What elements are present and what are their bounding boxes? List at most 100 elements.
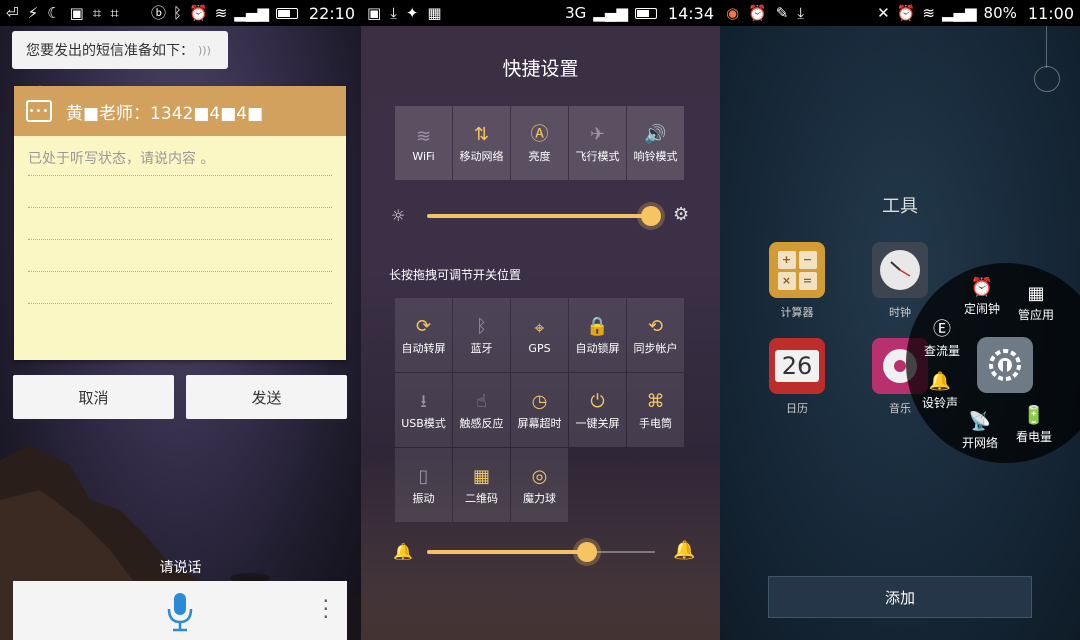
- app-label: 时钟: [889, 306, 911, 319]
- send-button[interactable]: 发送: [186, 375, 347, 419]
- signal-icon: ▂▄▆: [234, 3, 269, 22]
- status-bar: ◉ ⏰ ✎ ⤓ ✕ ⏰ ≋ ▂▄▆ 80% 11:00: [720, 0, 1080, 26]
- sms-note-card: ••• 黄■老师：1342■4■4■ 已处于听写状态，请说内容 。: [14, 86, 346, 360]
- download-icon: ⤓: [390, 3, 397, 22]
- clock-icon: [872, 242, 928, 298]
- power-icon: ⏻: [590, 391, 605, 412]
- toggle-speaker[interactable]: 🔊 响铃模式: [627, 106, 684, 180]
- code-icon: ⌗: [92, 3, 102, 22]
- screen-voice-sms: ⏎ ⚡ ☾ ▣ ⌗ ⌗ ⓑ ᛒ ⏰ ≋ ▂▄▆ 22:10 您要发出的短信准备如…: [0, 0, 361, 640]
- bluetooth-icon: ᛒ: [476, 316, 487, 337]
- toggle-magic-ball[interactable]: ◎ 魔力球: [511, 448, 568, 522]
- brightness-low-icon: ☼: [391, 206, 406, 225]
- dictation-placeholder: 已处于听写状态，请说内容 。: [28, 151, 215, 167]
- toggle-auto-lock[interactable]: 🔒 自动锁屏: [569, 298, 626, 372]
- evernote-icon: ✎: [775, 3, 789, 22]
- toggle-mobile-data[interactable]: ⇅ 移动网络: [453, 106, 510, 180]
- screen-tools-folder: ◉ ⏰ ✎ ⤓ ✕ ⏰ ≋ ▂▄▆ 80% 11:00 工具 + − × = 计…: [720, 0, 1080, 640]
- app-label: 日历: [786, 402, 808, 415]
- calendar-day: 26: [775, 350, 819, 382]
- moon-icon: ☾: [47, 3, 61, 22]
- toggle-label: 一键关屏: [575, 417, 620, 430]
- note-line: [28, 240, 332, 272]
- more-options-icon[interactable]: · · ·: [323, 591, 329, 627]
- microphone-icon[interactable]: [165, 591, 195, 633]
- download-icon: ⤓: [797, 3, 804, 22]
- color-ring-icon: ◉: [726, 3, 740, 22]
- airplane-icon: ✈: [589, 124, 606, 145]
- signal-icon: ▂▄▆: [593, 3, 628, 22]
- status-time: 22:10: [308, 3, 355, 23]
- image-icon: ▣: [69, 3, 84, 22]
- toggle-qr-code[interactable]: ▦ 二维码: [453, 448, 510, 522]
- mute-icon: ✕: [877, 3, 890, 22]
- brightness-high-icon: ⚙: [673, 204, 690, 225]
- back-icon: ⏎: [6, 3, 19, 22]
- toggle-brightness-auto[interactable]: Ⓐ 亮度: [511, 106, 568, 180]
- app-calendar[interactable]: 26 日历: [762, 338, 832, 416]
- root: ⏎ ⚡ ☾ ▣ ⌗ ⌗ ⓑ ᛒ ⏰ ≋ ▂▄▆ 22:10 您要发出的短信准备如…: [0, 0, 1080, 640]
- beats-icon: ⓑ: [150, 3, 166, 22]
- gps-icon: ⌖: [534, 317, 545, 339]
- toggle-flashlight[interactable]: ⌘ 手电筒: [627, 373, 684, 447]
- app-label: 计算器: [780, 306, 814, 319]
- apps-grid-icon: ▦: [427, 3, 442, 22]
- magic-ball-icon: ◎: [531, 466, 548, 487]
- battery-icon: [275, 7, 298, 19]
- toggle-label: GPS: [528, 341, 551, 355]
- screen-quick-settings: ▣ ⤓ ✦ ▦ 3G ▂▄▆ 14:34 快捷设置 ≋ WiFi ⇅ 移动网络 Ⓐ 亮度 ✈…: [361, 0, 720, 640]
- app-calculator[interactable]: + − × = 计算器: [762, 242, 832, 320]
- toggle-usb[interactable]: ⭳ USB模式: [395, 373, 452, 447]
- toggle-label: 屏幕超时: [517, 417, 562, 430]
- toggle-label: 手电筒: [639, 417, 672, 430]
- toggle-touch-feedback[interactable]: ☝ 触感反应: [453, 373, 510, 447]
- toggle-wifi[interactable]: ≋ WiFi: [395, 106, 452, 180]
- toggle-sync[interactable]: ⟲ 同步帐户: [627, 298, 684, 372]
- volume-slider-handle[interactable]: [577, 542, 597, 562]
- flash-icon: ⚡: [27, 3, 39, 22]
- toggle-label: 响铃模式: [633, 150, 678, 163]
- brightness-auto-icon: Ⓐ: [530, 124, 549, 145]
- calendar-icon: 26: [769, 338, 825, 394]
- usb-icon: ⭳: [420, 391, 427, 412]
- toggle-label: 振动: [412, 492, 435, 505]
- wifi-icon: ≋: [415, 125, 432, 147]
- toggle-label: 自动锁屏: [575, 342, 620, 355]
- bell-high-icon: 🔔: [673, 540, 696, 561]
- radial-center-settings-button[interactable]: [977, 337, 1033, 393]
- apps-grid-icon: ▦: [1027, 283, 1045, 304]
- bell-icon: 🔔: [928, 371, 952, 392]
- voice-wave-icon: ))): [198, 43, 211, 57]
- data-usage-icon: Ⓔ: [933, 319, 951, 340]
- code-icon: ⌗: [110, 3, 119, 22]
- radial-item-battery[interactable]: 🔋 看电量: [1002, 404, 1066, 445]
- toggle-grid: ⟳ 自动转屏 ᛒ 蓝牙 ⌖ GPS 🔒 自动锁屏 ⟲ 同步帐户 ⭳ USB模式 ☝ 触感反应 ◷ 屏幕超时 ⏻ 一…: [395, 298, 685, 522]
- toggle-label: 触感反应: [459, 417, 504, 430]
- sms-prompt-bubble: 您要发出的短信准备如下： ))): [12, 31, 228, 69]
- radial-item-manage-apps[interactable]: ▦ 管应用: [1004, 282, 1068, 323]
- brightness-slider-handle[interactable]: [641, 206, 661, 226]
- toggle-bluetooth[interactable]: ᛒ 蓝牙: [453, 298, 510, 372]
- toggle-gps[interactable]: ⌖ GPS: [511, 298, 568, 372]
- recipient-name: 黄■老师：1342■4■4■: [66, 103, 264, 124]
- note-line: 已处于听写状态，请说内容 。: [28, 148, 332, 176]
- toggle-auto-rotate[interactable]: ⟳ 自动转屏: [395, 298, 452, 372]
- toggle-label: 二维码: [465, 492, 498, 505]
- radial-item-ringtone[interactable]: 🔔 设铃声: [908, 370, 972, 411]
- status-bar: ⏎ ⚡ ☾ ▣ ⌗ ⌗ ⓑ ᛒ ⏰ ≋ ▂▄▆ 22:10: [0, 0, 361, 26]
- toggle-power[interactable]: ⏻ 一键关屏: [569, 373, 626, 447]
- image-icon: ▣: [367, 3, 382, 22]
- note-body[interactable]: 已处于听写状态，请说内容 。: [14, 136, 346, 316]
- flashlight-icon: ⌘: [646, 391, 665, 412]
- add-button[interactable]: 添加: [768, 576, 1032, 618]
- data-3g-icon: 3G: [565, 3, 587, 22]
- toggle-screen-timeout[interactable]: ◷ 屏幕超时: [511, 373, 568, 447]
- status-time: 14:34: [667, 3, 714, 23]
- bluetooth-icon: ᛒ: [173, 3, 183, 22]
- toggle-vibrate[interactable]: ▯ 振动: [395, 448, 452, 522]
- battery-icon: 🔋: [1022, 405, 1046, 426]
- toggle-airplane[interactable]: ✈ 飞行模式: [569, 106, 626, 180]
- toggle-label: 移动网络: [459, 150, 504, 163]
- cancel-button[interactable]: 取消: [13, 375, 174, 419]
- radial-item-data-usage[interactable]: Ⓔ 查流量: [910, 318, 974, 359]
